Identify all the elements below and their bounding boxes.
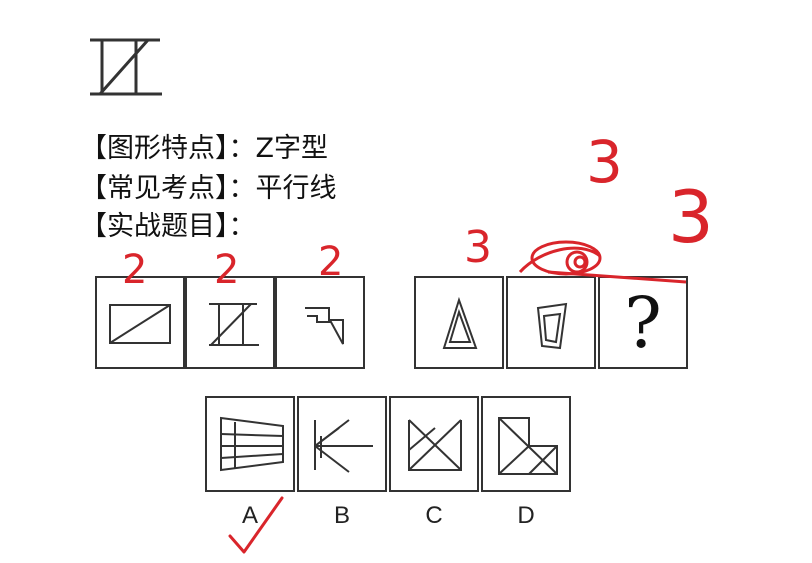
nested-quadrilateral-figure <box>536 302 568 350</box>
option-d-cell[interactable] <box>481 396 571 492</box>
rectangle-diagonal-figure <box>109 304 171 344</box>
question-right-cell-2 <box>506 276 596 369</box>
option-c-label[interactable]: C <box>414 502 454 530</box>
option-a-figure <box>220 416 284 472</box>
question-left-cell-3 <box>275 276 365 369</box>
option-a-label[interactable]: A <box>230 502 270 530</box>
option-d-label[interactable]: D <box>506 502 546 530</box>
option-a-cell[interactable] <box>205 396 295 492</box>
question-right-cell-1 <box>414 276 504 369</box>
folded-line-figure <box>305 307 344 345</box>
count-right-2: 3 <box>586 128 623 196</box>
practice-question-line: 【实战题目】： <box>80 211 256 242</box>
count-right-1: 3 <box>464 222 492 273</box>
z-shape-figure <box>209 303 259 346</box>
question-left-cell-1 <box>95 276 185 369</box>
option-c-figure <box>408 419 462 471</box>
figure-feature-line: 【图形特点】：Z字型 <box>80 133 328 164</box>
question-right-cell-unknown: ? <box>598 276 688 369</box>
question-mark: ? <box>624 281 662 364</box>
option-d-figure <box>498 417 558 475</box>
option-b-label[interactable]: B <box>322 502 362 530</box>
question-left-cell-2 <box>185 276 275 369</box>
option-b-figure <box>314 419 373 473</box>
option-b-cell[interactable] <box>297 396 387 492</box>
nested-triangle-figure <box>442 296 478 349</box>
option-c-cell[interactable] <box>389 396 479 492</box>
z-shape-example-icon <box>90 38 162 96</box>
count-right-3: 3 <box>668 175 714 259</box>
exam-point-line: 【常见考点】：平行线 <box>80 173 337 204</box>
